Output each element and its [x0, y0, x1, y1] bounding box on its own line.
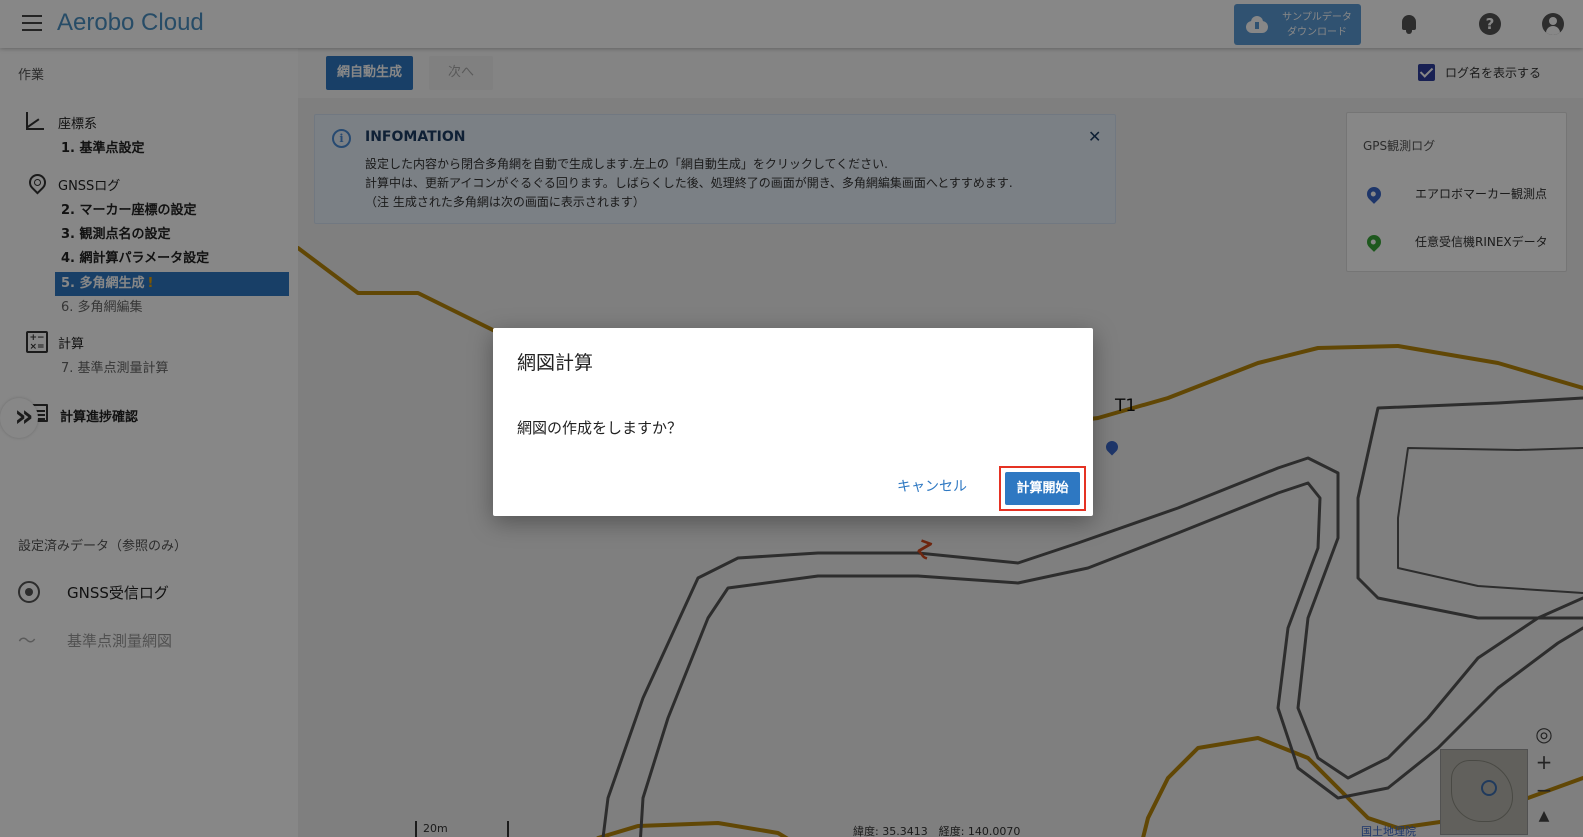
start-button-highlight: 計算開始: [999, 466, 1086, 511]
start-calculation-button[interactable]: 計算開始: [1005, 472, 1080, 505]
dialog-title: 網図計算: [517, 352, 594, 374]
network-calc-dialog: 網図計算 網図の作成をしますか？ キャンセル 計算開始: [493, 328, 1093, 516]
cancel-button[interactable]: キャンセル: [897, 476, 967, 496]
dialog-message: 網図の作成をしますか？: [517, 419, 683, 437]
